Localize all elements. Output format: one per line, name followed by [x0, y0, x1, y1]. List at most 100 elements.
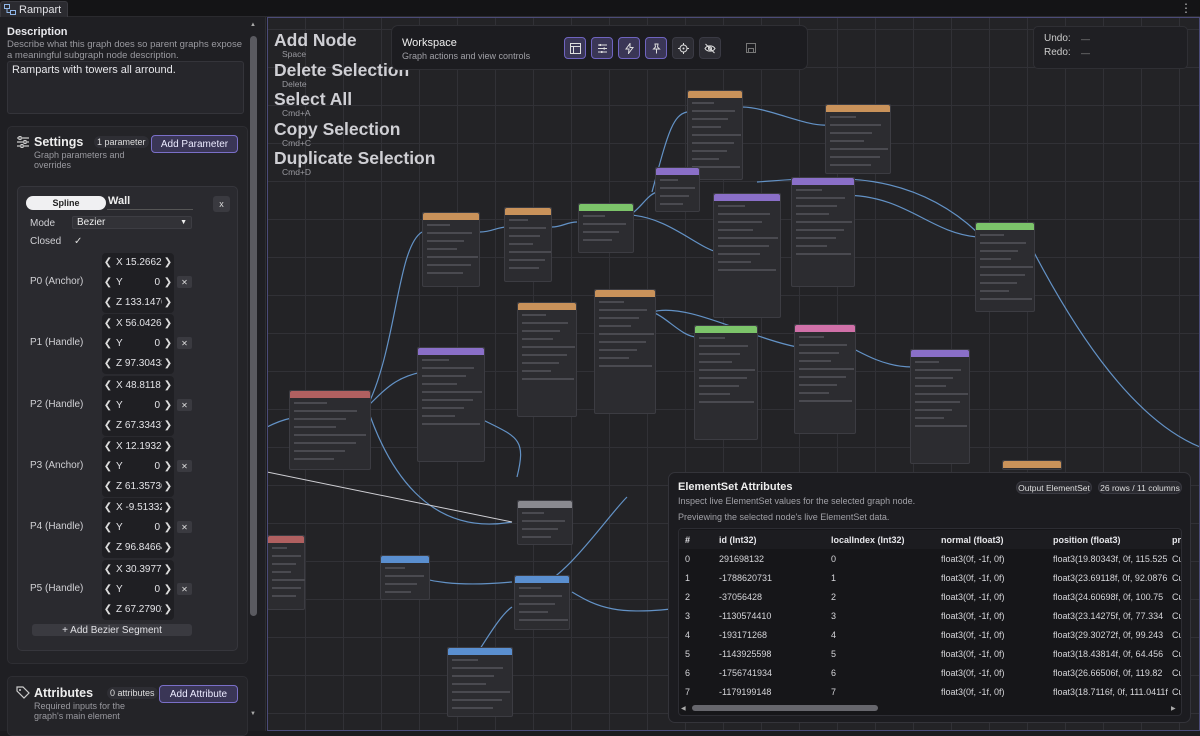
chevron-right-icon[interactable]: ❯ — [162, 318, 174, 329]
pin-icon[interactable] — [645, 37, 667, 59]
point-y-field[interactable]: ❮Y0❯ — [102, 519, 174, 536]
point-y-number[interactable]: 0 — [154, 522, 162, 533]
point-y-field[interactable]: ❮Y0❯ — [102, 335, 174, 352]
table-horizontal-scrollbar[interactable] — [692, 705, 878, 711]
point-z-field[interactable]: ❮Z 96.84664❯ — [102, 539, 174, 556]
table-icon[interactable] — [564, 37, 586, 59]
remove-point-icon[interactable]: ✕ — [177, 337, 192, 349]
graph-node[interactable] — [655, 167, 700, 212]
remove-parameter-button[interactable]: x — [213, 196, 230, 212]
parameter-type-pill[interactable]: Spline — [26, 196, 106, 210]
node-header[interactable] — [290, 391, 370, 398]
point-z-value[interactable]: Z 67.33437 — [114, 420, 162, 431]
node-header[interactable] — [595, 290, 655, 297]
graph-node[interactable] — [517, 500, 573, 545]
point-z-value[interactable]: Z 67.27902 — [114, 604, 162, 615]
node-header[interactable] — [381, 556, 429, 563]
node-header[interactable] — [515, 576, 569, 583]
parameter-name-input[interactable]: Wall — [108, 195, 130, 207]
chevron-right-icon[interactable]: ❯ — [162, 338, 174, 349]
point-x-value[interactable]: X 56.04264 — [114, 318, 162, 329]
graph-node[interactable] — [380, 555, 430, 600]
point-y-value[interactable]: Y — [114, 277, 154, 288]
output-elementset-chip[interactable]: Output ElementSet — [1016, 481, 1092, 494]
target-icon[interactable] — [672, 37, 694, 59]
point-y-field[interactable]: ❮Y0❯ — [102, 274, 174, 291]
chevron-left-icon[interactable]: ❮ — [102, 502, 114, 513]
remove-point-icon[interactable]: ✕ — [177, 460, 192, 472]
chevron-right-icon[interactable]: ❯ — [162, 277, 174, 288]
point-z-field[interactable]: ❮Z 67.33437❯ — [102, 417, 174, 434]
point-y-value[interactable]: Y — [114, 522, 154, 533]
point-y-number[interactable]: 0 — [154, 584, 162, 595]
chevron-left-icon[interactable]: ❮ — [102, 297, 114, 308]
graph-node[interactable] — [267, 535, 305, 610]
scroll-right-icon[interactable]: ▶ — [1171, 705, 1176, 712]
graph-node[interactable] — [578, 203, 634, 253]
point-y-number[interactable]: 0 — [154, 400, 162, 411]
graph-node[interactable] — [713, 193, 781, 318]
table-row[interactable]: 3-11305744103float3(0f, -1f, 0f)float3(2… — [679, 606, 1182, 625]
point-y-value[interactable]: Y — [114, 584, 154, 595]
bolt-icon[interactable] — [618, 37, 640, 59]
node-header[interactable] — [656, 168, 699, 175]
graph-node[interactable] — [417, 347, 485, 462]
point-x-value[interactable]: X 48.8118 — [114, 380, 162, 391]
graph-node[interactable] — [910, 349, 970, 464]
graph-node[interactable] — [289, 390, 371, 470]
graph-node[interactable] — [517, 302, 577, 417]
chevron-right-icon[interactable]: ❯ — [162, 542, 174, 553]
add-bezier-segment-button[interactable]: + Add Bezier Segment — [32, 624, 192, 636]
point-y-value[interactable]: Y — [114, 338, 154, 349]
node-header[interactable] — [911, 350, 969, 357]
point-x-value[interactable]: X 30.39772 — [114, 564, 162, 575]
eye-off-icon[interactable] — [699, 37, 721, 59]
node-header[interactable] — [792, 178, 854, 185]
node-header[interactable] — [826, 105, 890, 112]
remove-point-icon[interactable]: ✕ — [177, 276, 192, 288]
point-y-number[interactable]: 0 — [154, 338, 162, 349]
closed-checkbox[interactable]: ✓ — [74, 236, 82, 247]
chevron-left-icon[interactable]: ❮ — [102, 277, 114, 288]
point-y-number[interactable]: 0 — [154, 461, 162, 472]
point-x-field[interactable]: ❮X 30.39772❯ — [102, 561, 174, 578]
add-attribute-button[interactable]: Add Attribute — [159, 685, 238, 703]
point-y-field[interactable]: ❮Y0❯ — [102, 458, 174, 475]
table-row[interactable]: 2-370564282float3(0f, -1f, 0f)float3(24.… — [679, 587, 1182, 606]
chevron-left-icon[interactable]: ❮ — [102, 380, 114, 391]
remove-point-icon[interactable]: ✕ — [177, 583, 192, 595]
chevron-left-icon[interactable]: ❮ — [102, 318, 114, 329]
node-header[interactable] — [976, 223, 1034, 230]
point-x-value[interactable]: X -9.513324 — [114, 502, 162, 513]
chevron-left-icon[interactable]: ❮ — [102, 400, 114, 411]
chevron-right-icon[interactable]: ❯ — [162, 380, 174, 391]
point-x-field[interactable]: ❮X 48.8118❯ — [102, 377, 174, 394]
chevron-left-icon[interactable]: ❮ — [102, 441, 114, 452]
chevron-right-icon[interactable]: ❯ — [162, 522, 174, 533]
scroll-up-icon[interactable]: ▲ — [250, 22, 256, 28]
graph-node[interactable] — [794, 324, 856, 434]
chevron-right-icon[interactable]: ❯ — [162, 297, 174, 308]
chevron-right-icon[interactable]: ❯ — [162, 502, 174, 513]
graph-node[interactable] — [975, 222, 1035, 312]
redo-value[interactable]: — — [1081, 48, 1090, 58]
chevron-right-icon[interactable]: ❯ — [162, 604, 174, 615]
point-z-field[interactable]: ❮Z 67.27902❯ — [102, 601, 174, 618]
node-header[interactable] — [518, 303, 576, 310]
point-z-value[interactable]: Z 97.30433 — [114, 358, 162, 369]
point-y-number[interactable]: 0 — [154, 277, 162, 288]
point-z-field[interactable]: ❮Z 133.1476❯ — [102, 294, 174, 311]
table-row[interactable]: 7-11791991487float3(0f, -1f, 0f)float3(1… — [679, 682, 1182, 701]
chevron-left-icon[interactable]: ❮ — [102, 481, 114, 492]
chevron-right-icon[interactable]: ❯ — [162, 584, 174, 595]
chevron-left-icon[interactable]: ❮ — [102, 522, 114, 533]
point-y-field[interactable]: ❮Y0❯ — [102, 397, 174, 414]
chevron-right-icon[interactable]: ❯ — [162, 358, 174, 369]
graph-node[interactable] — [791, 177, 855, 287]
chevron-right-icon[interactable]: ❯ — [162, 564, 174, 575]
table-row[interactable]: 5-11439255985float3(0f, -1f, 0f)float3(1… — [679, 644, 1182, 663]
graph-node[interactable] — [447, 647, 513, 717]
point-y-field[interactable]: ❮Y0❯ — [102, 581, 174, 598]
more-menu-icon[interactable]: ⋮ — [1180, 1, 1192, 15]
inspector-scrollbar[interactable] — [250, 36, 257, 616]
